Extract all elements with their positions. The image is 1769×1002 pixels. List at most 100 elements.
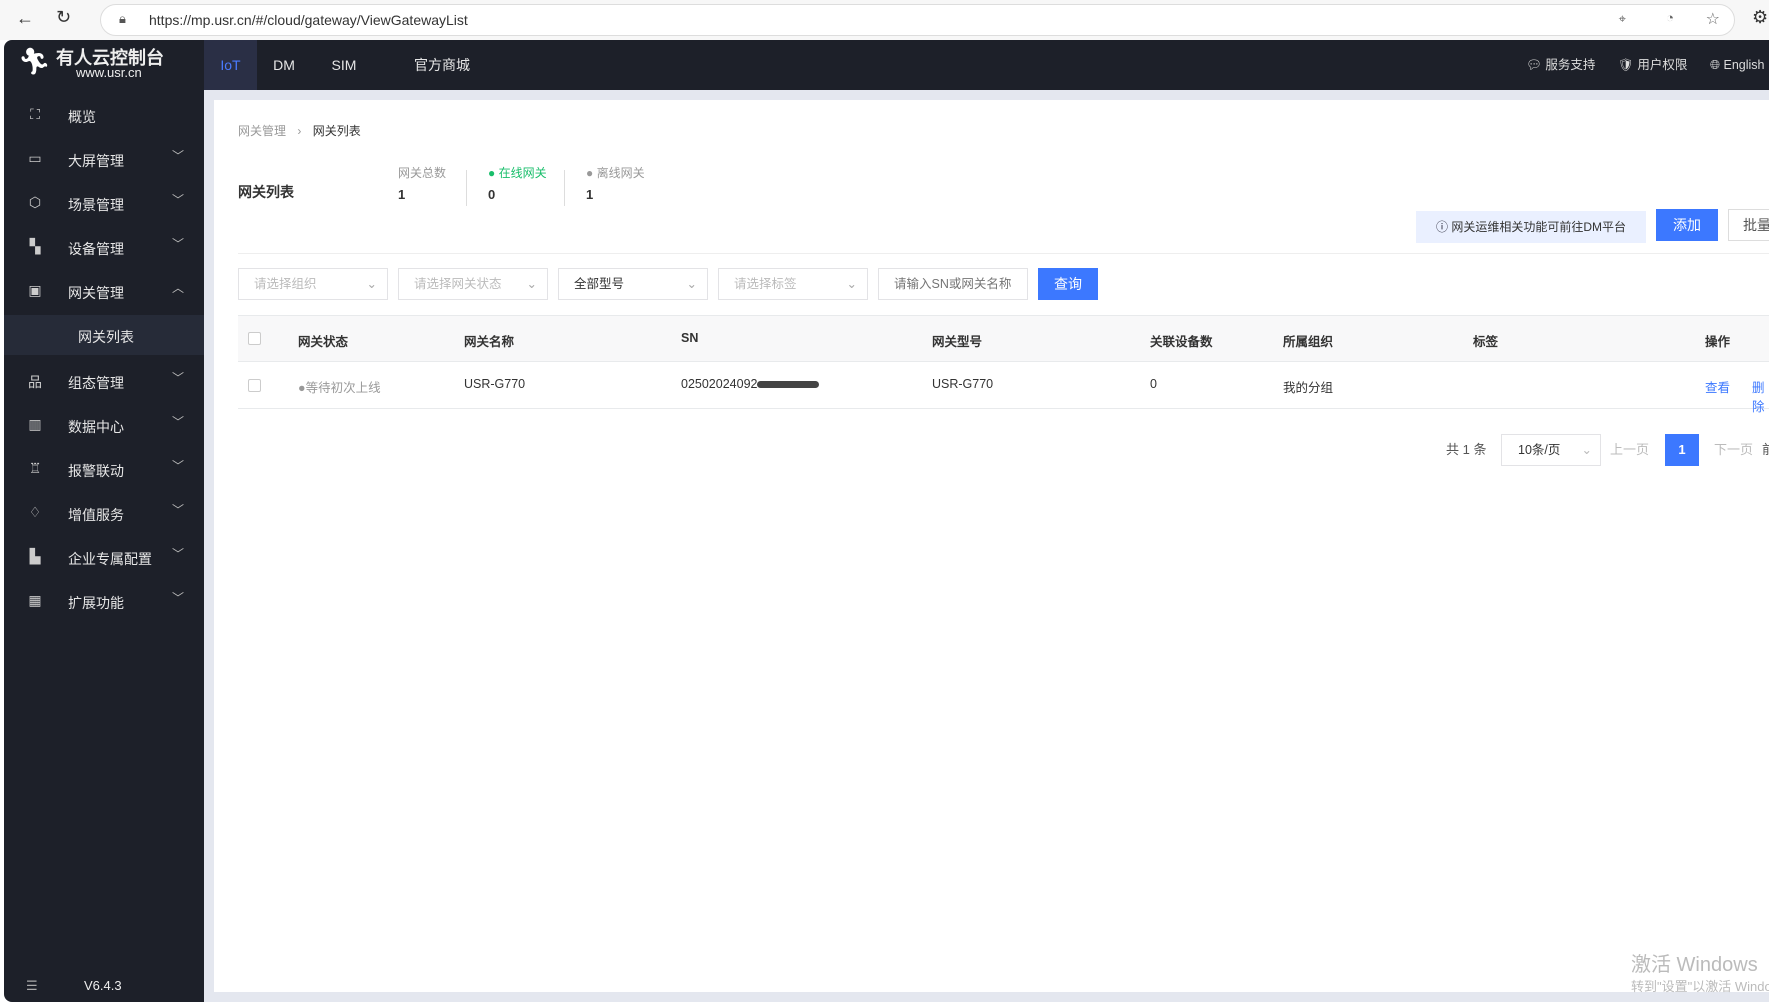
sidebar-item[interactable]: ▚ 设备管理 ﹀ xyxy=(4,223,204,273)
edge-icon[interactable]: ◔ xyxy=(1666,10,1674,25)
sidebar-item-label: 数据中心 xyxy=(68,419,124,435)
sidebar-item-label: 大屏管理 xyxy=(68,153,124,169)
sidebar-item[interactable]: ▥ 数据中心 ﹀ xyxy=(4,401,204,451)
cube-icon: ⬡ xyxy=(28,194,42,210)
chevron-down-icon: ﹀ xyxy=(172,503,185,517)
chevron-down-icon: ﹀ xyxy=(172,415,185,429)
address-bar[interactable]: 🔒︎ https://mp.usr.cn/#/cloud/gateway/Vie… xyxy=(100,4,1735,36)
language-switch[interactable]: 🌐︎ English xyxy=(1710,40,1764,90)
status-cell: ●等待初次上线 xyxy=(298,381,381,395)
service-support[interactable]: 💬︎ 服务支持 xyxy=(1526,40,1595,90)
tag-select[interactable]: 请选择标签 ⌄ xyxy=(718,268,868,300)
shield-icon: 🛡︎ xyxy=(1618,58,1638,72)
diamond-icon: ♢ xyxy=(28,504,42,520)
stat-online: ● 在线网关 0 xyxy=(488,166,547,202)
breadcrumb: 网关管理 › 网关列表 xyxy=(238,122,361,139)
sn-cell: 02502024092 xyxy=(681,377,820,391)
chevron-down-icon: ﹀ xyxy=(172,547,185,561)
main-panel: 网关管理 › 网关列表 网关列表 网关总数 1 ● 在线网关 0 ● 离线网关 … xyxy=(214,100,1769,994)
grid-icon: ▦ xyxy=(28,592,42,608)
sidebar-item[interactable]: 品 组态管理 ﹀ xyxy=(4,357,204,407)
jump-label: 前 xyxy=(1762,442,1769,457)
building-icon: ▙ xyxy=(29,548,41,564)
windows-watermark-subtitle: 转到"设置"以激活 Windows。 xyxy=(1631,979,1769,994)
table-row: ●等待初次上线 USR-G770 02502024092 USR-G770 0 … xyxy=(238,362,1769,414)
overview-icon: ⛶ xyxy=(30,106,40,122)
tab-store[interactable]: 官方商城 xyxy=(412,40,472,90)
header-sn: SN xyxy=(681,331,699,345)
logo-icon: 🏃︎ xyxy=(18,46,52,76)
tab-dm[interactable]: DM xyxy=(264,40,304,90)
view-link[interactable]: 查看 xyxy=(1705,377,1730,396)
chevron-down-icon: ﹀ xyxy=(172,193,185,207)
windows-watermark-title: 激活 Windows xyxy=(1631,954,1758,976)
url-text[interactable]: https://mp.usr.cn/#/cloud/gateway/ViewGa… xyxy=(149,12,468,28)
select-all-checkbox[interactable] xyxy=(248,332,261,345)
next-page[interactable]: 下一页 xyxy=(1714,434,1753,466)
sidebar-item[interactable]: ▦ 扩展功能 ﹀ xyxy=(4,577,204,627)
divider xyxy=(466,170,467,206)
search-input[interactable] xyxy=(878,268,1028,300)
location-icon[interactable]: ⌖ xyxy=(1619,11,1626,27)
sidebar-item-label: 报警联动 xyxy=(68,463,124,479)
sidebar-item[interactable]: ▣ 网关管理 ︿ xyxy=(4,267,204,317)
top-nav: IoT DM SIM 官方商城 💬︎ 服务支持 🛡︎ 用户权限 🌐︎ Engli… xyxy=(204,40,1769,90)
back-icon[interactable]: ← xyxy=(16,8,34,29)
chevron-down-icon: ⌄ xyxy=(846,277,857,291)
query-button[interactable]: 查询 xyxy=(1038,268,1098,300)
sidebar-item[interactable]: ♖ 报警联动 ﹀ xyxy=(4,445,204,495)
brand-site: www.usr.cn xyxy=(76,65,142,80)
chevron-down-icon: ⌄ xyxy=(686,277,697,291)
device-icon: ▚ xyxy=(29,238,41,254)
chevron-down-icon: ﹀ xyxy=(172,149,185,163)
status-select[interactable]: 请选择网关状态 ⌄ xyxy=(398,268,548,300)
tab-sim[interactable]: SIM xyxy=(324,40,364,90)
stat-total: 网关总数 1 xyxy=(398,166,447,202)
sidebar-item-label: 概览 xyxy=(68,109,96,125)
sidebar-item[interactable]: ⛶ 概览 xyxy=(4,91,204,141)
collapse-icon[interactable]: ☰ xyxy=(26,978,38,994)
org-select[interactable]: 请选择组织 ⌄ xyxy=(238,268,388,300)
dm-notice[interactable]: ⓘ 网关运维相关功能可前往DM平台 xyxy=(1416,211,1646,243)
sidebar-item[interactable]: ▙ 企业专属配置 ﹀ xyxy=(4,533,204,583)
breadcrumb-item[interactable]: 网关管理 xyxy=(238,124,286,138)
header-org: 所属组织 xyxy=(1283,335,1334,349)
star-icon[interactable]: ☆ xyxy=(1706,9,1720,29)
chevron-down-icon: ﹀ xyxy=(172,237,185,251)
divider xyxy=(564,170,565,206)
globe-icon: 🌐︎ xyxy=(1710,58,1724,72)
batch-button[interactable]: 批量 xyxy=(1728,209,1769,241)
sidebar-item-label: 设备管理 xyxy=(68,241,124,257)
topology-icon: 品 xyxy=(28,374,42,390)
tab-iot[interactable]: IoT xyxy=(204,40,257,90)
extension-icon[interactable]: ⚙ xyxy=(1752,7,1768,28)
model-cell: USR-G770 xyxy=(932,377,994,391)
page-1[interactable]: 1 xyxy=(1665,434,1699,466)
add-button[interactable]: 添加 xyxy=(1656,209,1718,241)
offline-dot-icon: ● xyxy=(586,166,597,180)
breadcrumb-separator: › xyxy=(297,124,302,138)
online-dot-icon: ● xyxy=(488,166,499,180)
sidebar-item[interactable]: ♢ 增值服务 ﹀ xyxy=(4,489,204,539)
sidebar-item-label: 增值服务 xyxy=(68,507,124,523)
model-select[interactable]: 全部型号 ⌄ xyxy=(558,268,708,300)
row-checkbox[interactable] xyxy=(248,379,261,392)
status-dot-icon: ● xyxy=(298,381,306,395)
bar-chart-icon: ▥ xyxy=(28,416,42,432)
sidebar-item[interactable]: ▭ 大屏管理 ﹀ xyxy=(4,135,204,185)
sidebar-item[interactable]: ⬡ 场景管理 ﹀ xyxy=(4,179,204,229)
page-title: 网关列表 xyxy=(238,184,294,200)
browser-toolbar: ← ↻ 🔒︎ https://mp.usr.cn/#/cloud/gateway… xyxy=(0,0,1769,40)
prev-page[interactable]: 上一页 xyxy=(1610,434,1649,466)
chevron-down-icon: ⌄ xyxy=(366,277,377,291)
delete-link[interactable]: 删除 xyxy=(1752,377,1769,415)
version: V6.4.3 xyxy=(84,978,122,993)
pagination-total: 共 1 条 xyxy=(1446,442,1487,457)
sidebar-item-label: 扩展功能 xyxy=(68,595,124,611)
alarm-icon: ♖ xyxy=(28,460,42,476)
sidebar-item[interactable]: 网关列表 xyxy=(4,315,204,355)
gateway-icon: ▣ xyxy=(28,282,42,298)
user-permissions[interactable]: 🛡︎ 用户权限 xyxy=(1618,40,1687,90)
page-size-select[interactable]: 10条/页 ⌄ xyxy=(1501,434,1601,466)
reload-icon[interactable]: ↻ xyxy=(56,7,71,28)
